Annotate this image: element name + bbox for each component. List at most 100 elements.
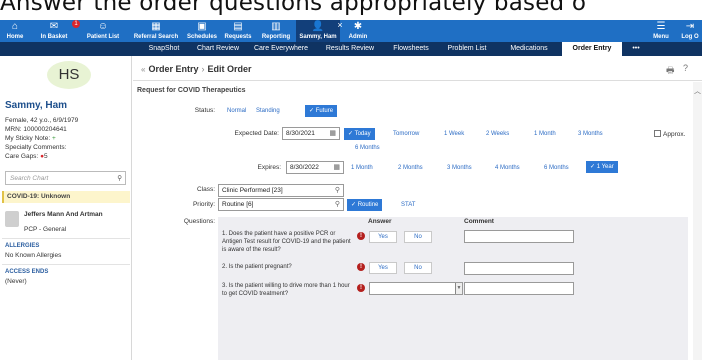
scrollbar[interactable]: ︿ [693, 82, 702, 360]
expires-1-month-option[interactable]: 1 Month [351, 162, 373, 174]
expires-6-months-option[interactable]: 6 Months [544, 162, 569, 174]
calendar-icon: ▣ [197, 21, 207, 32]
question-3-comment-input[interactable] [464, 282, 574, 295]
breadcrumb-chevron-icon: « [141, 65, 146, 74]
patient-demographics: Female, 42 y.o., 6/9/1979 [5, 117, 79, 124]
tab-results-review[interactable]: Results Review [316, 42, 384, 56]
expires-1-year-option[interactable]: ✓ 1 Year [586, 161, 618, 173]
search-icon[interactable]: ⚲ [335, 185, 340, 196]
care-gaps-row[interactable]: Care Gaps: ●5 [5, 153, 48, 160]
expected-date-label: Expected Date: [234, 130, 279, 137]
expires-3-months-option[interactable]: 3 Months [447, 162, 472, 174]
patient-tab-button[interactable]: 👤 Sammy, Ham [296, 20, 340, 42]
expected-1-month-option[interactable]: 1 Month [534, 128, 556, 140]
approx-checkbox[interactable]: Approx. [654, 130, 685, 138]
covid-status-banner[interactable]: COVID-19: Unknown [2, 191, 130, 203]
expected-date-input[interactable]: 8/30/2021 ▦ [282, 127, 340, 140]
sticky-note-add-icon[interactable]: + [52, 135, 56, 142]
sticky-note-row[interactable]: My Sticky Note: + [5, 135, 56, 142]
menu-button[interactable]: ☰ Menu [648, 20, 674, 42]
logout-icon: ⇥ [685, 21, 695, 32]
question-1-comment-input[interactable] [464, 230, 574, 243]
expires-4-months-option[interactable]: 4 Months [495, 162, 520, 174]
approx-label: Approx. [663, 131, 686, 138]
question-2-no-button[interactable]: No [404, 262, 432, 274]
search-chart-input[interactable]: Search Chart ⚲ [5, 171, 126, 185]
home-button[interactable]: ⌂ Home [0, 20, 30, 42]
question-2-comment-input[interactable] [464, 262, 574, 275]
search-icon[interactable]: ⚲ [335, 199, 340, 210]
pcp-name[interactable]: Jeffers Mann And Artman [24, 211, 116, 218]
home-label: Home [6, 34, 24, 40]
search-chart-placeholder: Search Chart [10, 175, 49, 182]
question-3-text: 3. Is the patient willing to drive more … [222, 283, 350, 297]
status-label: Status: [194, 107, 215, 114]
tab-order-entry[interactable]: Order Entry [562, 42, 622, 56]
dropdown-arrow-icon[interactable]: ▼ [455, 283, 462, 294]
care-gaps-label: Care Gaps: [5, 153, 39, 160]
breadcrumb-edit-order: Edit Order [207, 64, 252, 74]
status-future-option[interactable]: ✓ Future [305, 105, 338, 117]
expected-tomorrow-option[interactable]: Tomorrow [393, 128, 419, 140]
question-1-no-button[interactable]: No [404, 231, 432, 243]
expected-today-option[interactable]: ✓ Today [344, 128, 375, 140]
admin-button[interactable]: ✱ Admin [344, 20, 372, 42]
in-basket-button[interactable]: ✉ 1 In Basket [30, 20, 80, 42]
close-patient-icon[interactable]: × [336, 20, 344, 30]
instruction-banner: Answer the order questions appropriately… [0, 0, 702, 20]
tab-snapshot[interactable]: SnapShot [138, 42, 190, 56]
breadcrumb-order-entry[interactable]: Order Entry [148, 64, 198, 74]
required-icon: ! [357, 284, 365, 292]
expected-1-week-option[interactable]: 1 Week [444, 128, 464, 140]
allergies-value: No Known Allergies [5, 252, 62, 259]
patient-name[interactable]: Sammy, Ham [5, 100, 67, 111]
requests-label: Requests [224, 34, 252, 40]
question-3-answer-dropdown[interactable]: ▼ [369, 282, 463, 295]
tab-problem-list[interactable]: Problem List [438, 42, 496, 56]
patient-list-button[interactable]: ☺ Patient List [78, 20, 128, 42]
expected-3-months-option[interactable]: 3 Months [578, 128, 603, 140]
breadcrumb-separator: › [201, 64, 205, 74]
instruction-text: Answer the order questions appropriately… [0, 0, 587, 16]
print-icon[interactable]: 🖶 [666, 63, 675, 79]
tab-flowsheets[interactable]: Flowsheets [384, 42, 438, 56]
expires-label: Expires: [257, 164, 281, 171]
status-standing-option[interactable]: Standing [256, 105, 280, 117]
schedules-button[interactable]: ▣ Schedules [184, 20, 220, 42]
scroll-up-icon[interactable]: ︿ [694, 86, 701, 96]
priority-routine-option[interactable]: ✓ Routine [347, 199, 383, 211]
patient-icon: 👤 [311, 21, 325, 32]
tab-care-everywhere[interactable]: Care Everywhere [246, 42, 316, 56]
patient-avatar[interactable]: HS [47, 61, 91, 89]
class-input[interactable]: Clinic Performed [23] ⚲ [218, 184, 344, 197]
activity-tabs: SnapShot Chart Review Care Everywhere Re… [0, 42, 702, 56]
priority-value: Routine [6] [222, 201, 254, 208]
hamburger-icon: ☰ [656, 21, 666, 32]
priority-stat-option[interactable]: STAT [401, 199, 415, 211]
question-1-yes-button[interactable]: Yes [369, 231, 397, 243]
patient-tab-label: Sammy, Ham [299, 34, 337, 40]
expires-date-input[interactable]: 8/30/2022 ▦ [286, 161, 344, 174]
logout-button[interactable]: ⇥ Log O [678, 20, 702, 42]
reporting-label: Reporting [261, 34, 291, 40]
access-ends-heading: ACCESS ENDS [5, 269, 49, 275]
question-2-yes-button[interactable]: Yes [369, 262, 397, 274]
allergies-heading[interactable]: ALLERGIES [5, 243, 39, 249]
tab-chart-review[interactable]: Chart Review [190, 42, 246, 56]
calendar-icon[interactable]: ▦ [333, 162, 340, 173]
reporting-button[interactable]: ▥ Reporting [256, 20, 296, 42]
expected-6-months-option[interactable]: 6 Months [355, 142, 380, 154]
required-icon: ! [357, 232, 365, 240]
requests-button[interactable]: ▤ Requests [220, 20, 256, 42]
breadcrumb: «Order Entry › Edit Order [141, 64, 251, 74]
tab-medications[interactable]: Medications [496, 42, 562, 56]
class-value: Clinic Performed [23] [222, 187, 283, 194]
expires-2-months-option[interactable]: 2 Months [398, 162, 423, 174]
priority-input[interactable]: Routine [6] ⚲ [218, 198, 344, 211]
help-icon[interactable]: ? [683, 63, 688, 73]
more-tabs-button[interactable]: ••• [624, 42, 648, 56]
expected-2-weeks-option[interactable]: 2 Weeks [486, 128, 509, 140]
referral-search-button[interactable]: ▦ Referral Search [128, 20, 184, 42]
calendar-icon[interactable]: ▦ [329, 128, 336, 139]
status-normal-option[interactable]: Normal [227, 105, 246, 117]
